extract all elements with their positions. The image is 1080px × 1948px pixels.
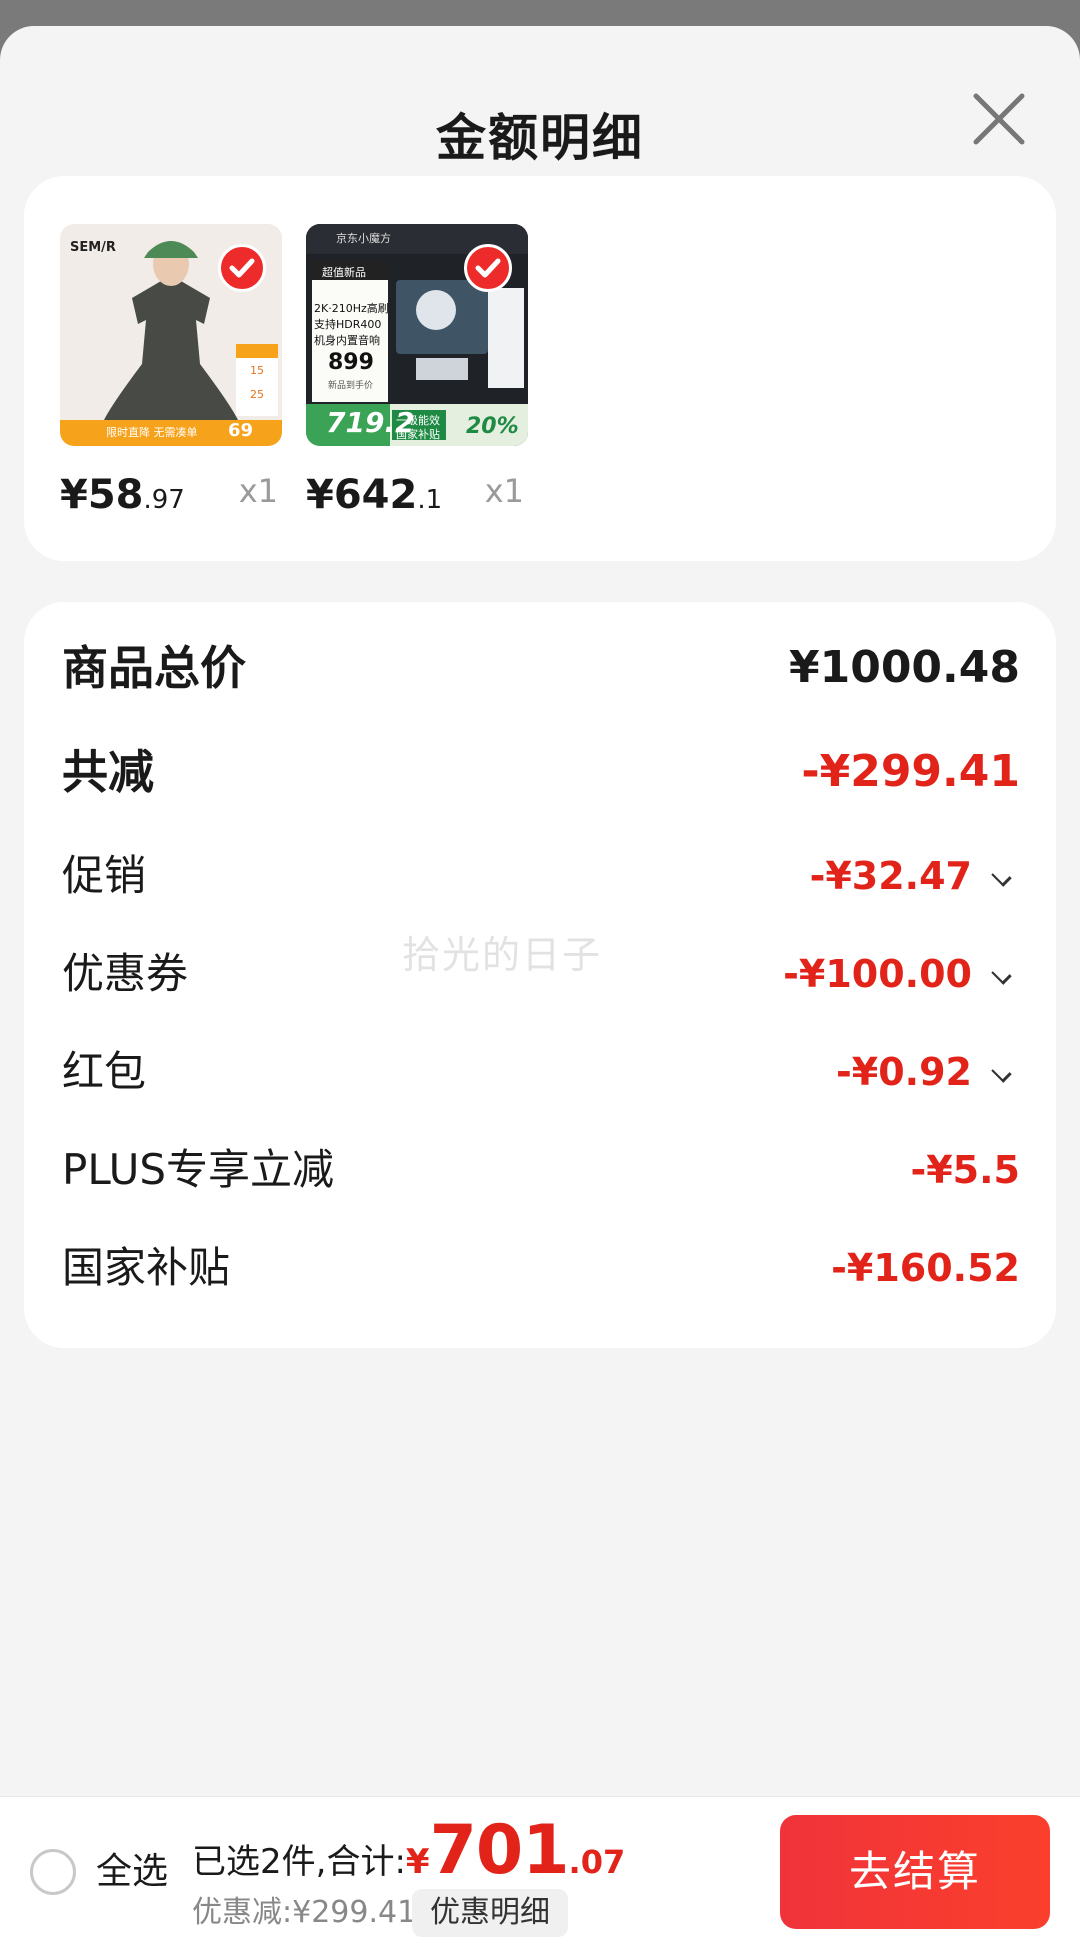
selected-check-icon[interactable] xyxy=(218,244,266,292)
checkout-bar: 全选 已选2件,合计:¥701.07 优惠减:¥299.41 优惠明细 去结算 xyxy=(0,1796,1080,1948)
selected-count-text: 已选2件,合计: xyxy=(192,1842,406,1882)
discount-detail-button[interactable]: 优惠明细 xyxy=(412,1889,568,1937)
subsidy-label: 国家补贴 xyxy=(62,1243,231,1292)
product-card: SEM/R 限时直降 无需凑单 69 15 25 ¥58.97 x1 京东小魔方… xyxy=(24,176,1056,561)
watermark-text: 拾光的日子 xyxy=(402,933,603,977)
discount-text: 优惠减:¥299.41 xyxy=(192,1895,417,1930)
reduce-value: -¥299.41 xyxy=(801,746,1020,797)
reduce-label: 共减 xyxy=(62,745,154,799)
thumb-spec-1: 2K·210Hz高刷 xyxy=(314,302,389,315)
thumb-spec-3: 机身内置音响 xyxy=(314,334,380,347)
chevron-down-icon[interactable] xyxy=(991,866,1012,887)
thumb-side-a: 15 xyxy=(250,364,264,377)
product-price: ¥58.97 xyxy=(60,472,185,518)
total-integer: 701 xyxy=(429,1811,570,1890)
thumb-strip-number: 69 xyxy=(228,420,254,441)
product-item-dress[interactable]: SEM/R 限时直降 无需凑单 69 15 25 ¥58.97 x1 xyxy=(60,224,282,524)
select-all-radio[interactable] xyxy=(30,1849,76,1895)
product-thumbnail[interactable]: SEM/R 限时直降 无需凑单 69 15 25 xyxy=(60,224,282,446)
product-thumbnail[interactable]: 京东小魔方 超值新品 2K·210Hz高刷 支持HDR400 机身内置音响 89… xyxy=(306,224,528,446)
thumb-price-label: 899 xyxy=(328,350,374,375)
currency-symbol: ¥ xyxy=(405,1842,430,1882)
summary-row-reduce: 共减 -¥299.41 xyxy=(62,732,1020,812)
total-decimal: .07 xyxy=(568,1843,626,1881)
thumb-percent: 20% xyxy=(466,414,519,439)
select-all-label[interactable]: 全选 xyxy=(96,1849,168,1895)
coupon-label: 优惠券 xyxy=(62,949,189,998)
checkout-button[interactable]: 去结算 xyxy=(780,1815,1050,1929)
thumb-price-sub: 新品到手价 xyxy=(328,381,374,391)
summary-row-total: 商品总价 ¥1000.48 xyxy=(62,628,1020,708)
thumb-side-b: 25 xyxy=(250,388,264,401)
close-button[interactable] xyxy=(958,78,1040,160)
summary-row-plus: PLUS专享立减 -¥5.5 xyxy=(62,1130,1020,1210)
amount-detail-sheet: 金额明细 SEM/R 限时直降 无需凑单 69 15 25 ¥58.97 x1 … xyxy=(0,26,1080,1947)
summary-row-subsidy: 国家补贴 -¥160.52 xyxy=(62,1228,1020,1308)
total-line: 已选2件,合计:¥701.07 xyxy=(192,1811,626,1890)
subsidy-value: -¥160.52 xyxy=(831,1246,1020,1290)
product-quantity: x1 xyxy=(238,472,278,510)
thumb-brand: SEM/R xyxy=(70,240,116,255)
summary-row-red-packet[interactable]: 红包 -¥0.92 xyxy=(62,1032,1020,1112)
chevron-down-icon[interactable] xyxy=(991,1062,1012,1083)
product-quantity: x1 xyxy=(484,472,524,510)
promotion-label: 促销 xyxy=(62,851,147,900)
product-item-monitor[interactable]: 京东小魔方 超值新品 2K·210Hz高刷 支持HDR400 机身内置音响 89… xyxy=(306,224,528,524)
plus-label: PLUS专享立减 xyxy=(62,1145,335,1194)
summary-row-promotion[interactable]: 促销 -¥32.47 xyxy=(62,836,1020,916)
total-value: ¥1000.48 xyxy=(788,642,1020,693)
coupon-value: -¥100.00 xyxy=(783,952,972,996)
product-price: ¥642.1 xyxy=(306,472,443,518)
selected-check-icon[interactable] xyxy=(464,244,512,292)
thumb-spec-2: 支持HDR400 xyxy=(314,318,382,331)
promotion-value: -¥32.47 xyxy=(809,854,972,898)
total-label: 商品总价 xyxy=(62,641,246,695)
chevron-down-icon[interactable] xyxy=(991,964,1012,985)
page-title: 金额明细 xyxy=(436,109,644,167)
thumb-badge-bottom: 国家补贴 xyxy=(396,428,440,441)
red-packet-label: 红包 xyxy=(62,1047,147,1096)
red-packet-value: -¥0.92 xyxy=(836,1050,972,1094)
thumb-brand: 京东小魔方 xyxy=(336,232,391,245)
close-icon xyxy=(973,93,1025,145)
thumb-strip-text: 限时直降 无需凑单 xyxy=(106,426,198,439)
plus-value: -¥5.5 xyxy=(910,1148,1020,1192)
thumb-tag: 超值新品 xyxy=(322,266,366,279)
